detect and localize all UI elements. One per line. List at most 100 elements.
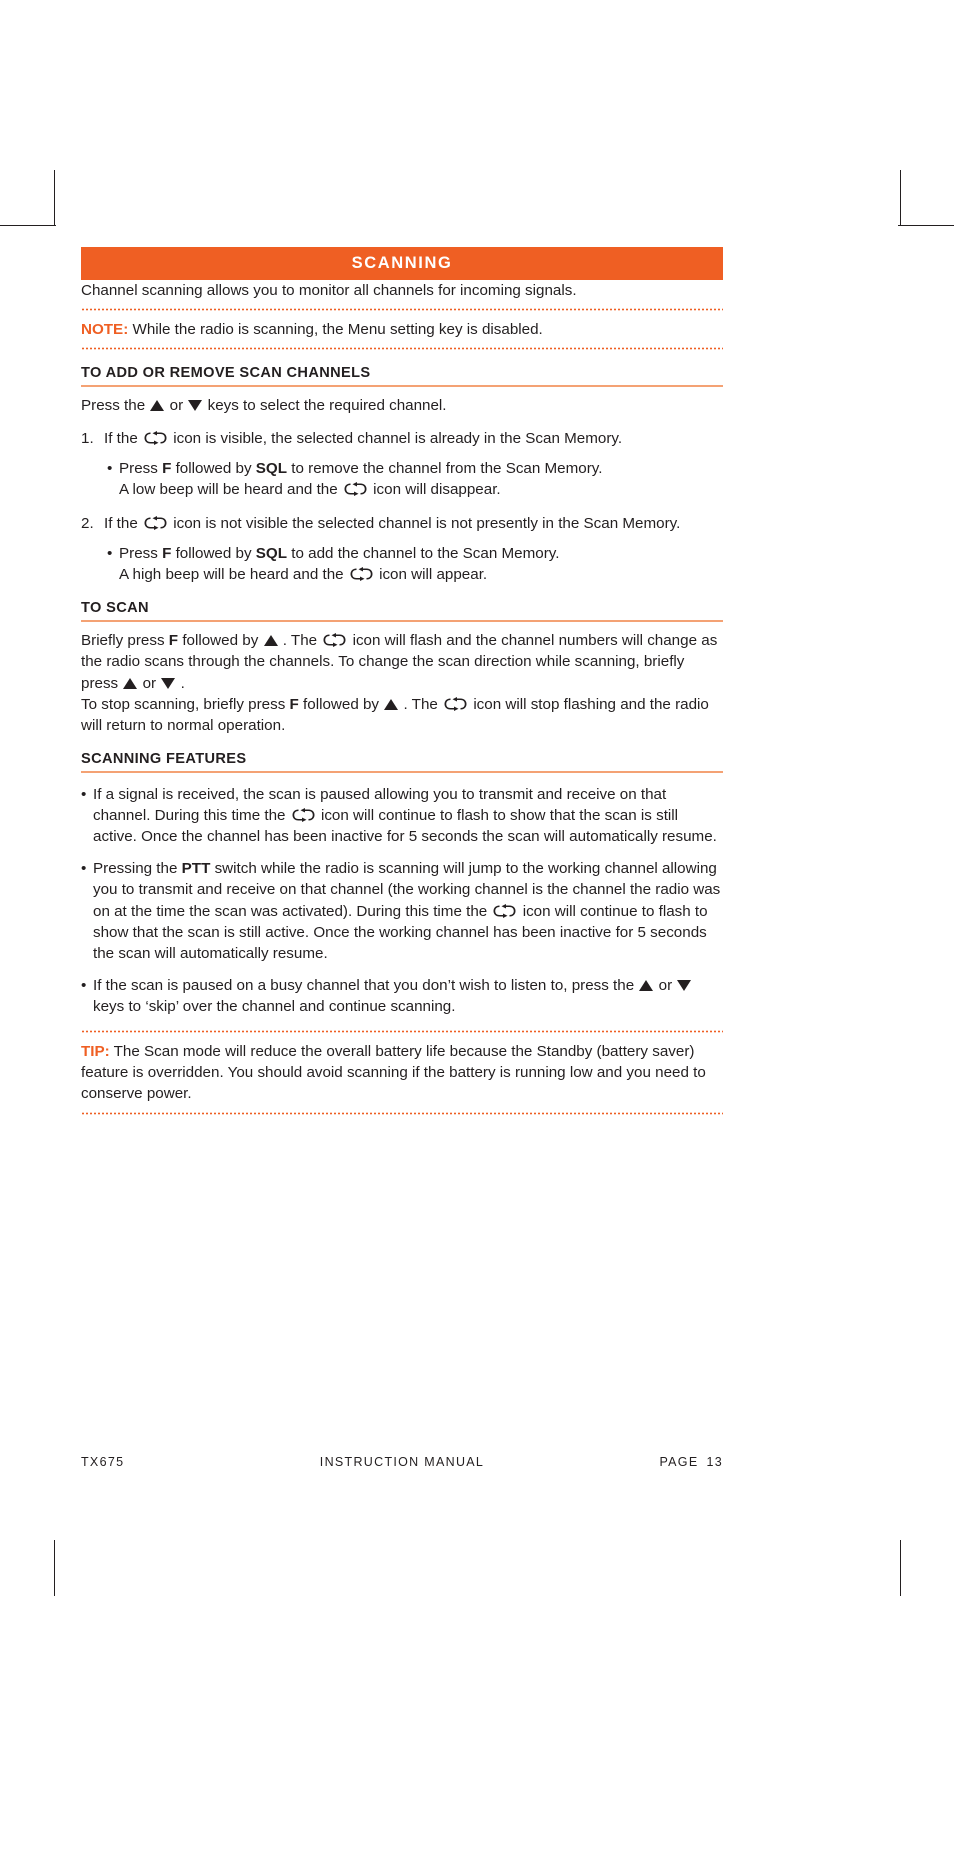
select-channel-instruction: Press the or keys to select the required… bbox=[81, 395, 723, 416]
cropmark-left-top bbox=[0, 225, 56, 226]
list-item-text-after: icon is not visible the selected channel… bbox=[173, 514, 681, 532]
footer-page-label: PAGE bbox=[659, 1455, 699, 1469]
tip-block: TIP: The Scan mode will reduce the overa… bbox=[81, 1041, 723, 1104]
scan-loop-icon bbox=[344, 481, 367, 496]
list-item: 2. If the icon is not visible the select… bbox=[81, 513, 723, 534]
bullet-dot: • bbox=[107, 459, 113, 477]
scan-loop-icon bbox=[323, 633, 346, 648]
list-item: 1. If the icon is visible, the selected … bbox=[81, 428, 723, 449]
sub-bullet-text: Press F followed by SQL to remove the ch… bbox=[119, 458, 723, 500]
divider-dotted bbox=[81, 347, 723, 351]
bullet-dot: • bbox=[107, 545, 113, 563]
sub-bullet-part-2: followed by bbox=[175, 459, 252, 477]
triangle-up-icon bbox=[639, 979, 654, 991]
list-item-number: 1. bbox=[81, 429, 94, 447]
tip-text: The Scan mode will reduce the overall ba… bbox=[81, 1043, 706, 1103]
triangle-down-icon bbox=[677, 979, 692, 991]
key-ptt: PTT bbox=[181, 860, 211, 878]
feature-bullet: • If the scan is paused on a busy channe… bbox=[81, 975, 723, 1017]
to-scan-paragraph-1: Briefly press F followed by . The icon w… bbox=[81, 630, 723, 693]
manual-page: SCANNING Channel scanning allows you to … bbox=[81, 247, 723, 1123]
scan-loop-icon bbox=[350, 567, 373, 582]
list-item-text-after: icon is visible, the selected channel is… bbox=[173, 429, 623, 447]
triangle-down-icon bbox=[161, 677, 176, 689]
scan-loop-icon bbox=[144, 515, 167, 530]
feature-text-part-2: or bbox=[658, 976, 673, 994]
list-item-text-before: If the bbox=[104, 514, 138, 532]
cropmark-bottom-right bbox=[900, 1540, 901, 1596]
note-label: NOTE: bbox=[81, 321, 129, 339]
instruction-text-b: or bbox=[169, 397, 184, 415]
instruction-text-a: Press the bbox=[81, 397, 146, 415]
to-scan-p2-part-1: To stop scanning, briefly press bbox=[81, 695, 286, 713]
sub-bullet-part-3: to remove the channel from the Scan Memo… bbox=[291, 459, 603, 477]
to-scan-p1-part-3: . The bbox=[282, 632, 318, 650]
divider-dotted bbox=[81, 1111, 723, 1115]
cropmark-bottom-left bbox=[54, 1540, 55, 1596]
feature-bullet-text: Pressing the PTT switch while the radio … bbox=[93, 858, 723, 964]
list-item-number: 2. bbox=[81, 514, 94, 532]
heading-underline bbox=[81, 770, 723, 773]
heading-underline bbox=[81, 620, 723, 623]
bullet-dot: • bbox=[81, 860, 87, 878]
sub-bullet: • Press F followed by SQL to add the cha… bbox=[107, 543, 723, 585]
section-banner-scanning: SCANNING bbox=[81, 247, 723, 281]
divider-dotted bbox=[81, 1030, 723, 1034]
bullet-dot: • bbox=[81, 785, 87, 803]
note-text: While the radio is scanning, the Menu se… bbox=[132, 321, 543, 339]
feature-bullet-text: If a signal is received, the scan is pau… bbox=[93, 784, 723, 847]
triangle-up-icon bbox=[384, 698, 399, 710]
to-scan-p1-part-5: or bbox=[142, 674, 157, 692]
scan-loop-icon bbox=[144, 430, 167, 445]
sub-bullet: • Press F followed by SQL to remove the … bbox=[107, 458, 723, 500]
key-f: F bbox=[162, 545, 172, 563]
footer-page-number: 13 bbox=[706, 1455, 723, 1469]
to-scan-p1-part-1: Briefly press bbox=[81, 632, 165, 650]
key-f: F bbox=[162, 459, 172, 477]
list-item-text: If the icon is visible, the selected cha… bbox=[104, 428, 723, 449]
scan-loop-icon bbox=[444, 696, 467, 711]
note-block: NOTE: While the radio is scanning, the M… bbox=[81, 319, 723, 340]
sub-bullet-part-1: Press bbox=[119, 459, 158, 477]
feature-bullet-text: If the scan is paused on a busy channel … bbox=[93, 975, 723, 1017]
triangle-up-icon bbox=[150, 400, 165, 412]
list-item-text-before: If the bbox=[104, 429, 138, 447]
heading-to-scan: TO SCAN bbox=[81, 600, 149, 617]
feature-text-part-3: keys to ‘skip’ over the channel and cont… bbox=[93, 998, 456, 1016]
tip-label: TIP: bbox=[81, 1043, 110, 1061]
key-sql: SQL bbox=[255, 459, 288, 477]
heading-underline bbox=[81, 385, 723, 388]
cropmark-right-top bbox=[898, 225, 954, 226]
intro-paragraph: Channel scanning allows you to monitor a… bbox=[81, 282, 577, 300]
bullet-dot: • bbox=[81, 976, 87, 994]
feature-text-part-1: If the scan is paused on a busy channel … bbox=[93, 976, 635, 994]
feature-bullet: • If a signal is received, the scan is p… bbox=[81, 784, 723, 847]
cropmark-top-right bbox=[900, 170, 901, 226]
sub-bullet-part-5: icon will disappear. bbox=[373, 480, 501, 498]
heading-to-add-or-remove-scan-channels: TO ADD OR REMOVE SCAN CHANNELS bbox=[81, 365, 371, 382]
feature-text-part-1: Pressing the bbox=[93, 860, 178, 878]
to-scan-paragraph-2: To stop scanning, briefly press F follow… bbox=[81, 694, 723, 736]
divider-dotted bbox=[81, 308, 723, 312]
cropmark-top-left bbox=[54, 170, 55, 226]
to-scan-p1-part-2: followed by bbox=[182, 632, 259, 650]
footer-model: TX675 bbox=[81, 1455, 125, 1469]
triangle-up-icon bbox=[263, 635, 278, 647]
sub-bullet-text: Press F followed by SQL to add the chann… bbox=[119, 543, 723, 585]
sub-bullet-part-4: A high beep will be heard and the bbox=[119, 566, 344, 584]
instruction-text-c: keys to select the required channel. bbox=[207, 397, 447, 415]
feature-bullet: • Pressing the PTT switch while the radi… bbox=[81, 858, 723, 964]
heading-scanning-features: SCANNING FEATURES bbox=[81, 750, 247, 767]
sub-bullet-part-3: to add the channel to the Scan Memory. bbox=[291, 545, 560, 563]
to-scan-p2-part-2: followed by bbox=[303, 695, 380, 713]
footer-center: INSTRUCTION MANUAL bbox=[319, 1455, 485, 1469]
scan-loop-icon bbox=[292, 808, 315, 823]
triangle-down-icon bbox=[188, 400, 203, 412]
key-sql: SQL bbox=[255, 545, 288, 563]
page-footer: TX675 INSTRUCTION MANUAL PAGE 13 bbox=[81, 1455, 723, 1469]
to-scan-p2-part-3: . The bbox=[403, 695, 438, 713]
footer-page: PAGE 13 bbox=[511, 1455, 723, 1469]
sub-bullet-part-2: followed by bbox=[175, 545, 252, 563]
sub-bullet-part-4: A low beep will be heard and the bbox=[119, 480, 338, 498]
triangle-up-icon bbox=[123, 677, 138, 689]
